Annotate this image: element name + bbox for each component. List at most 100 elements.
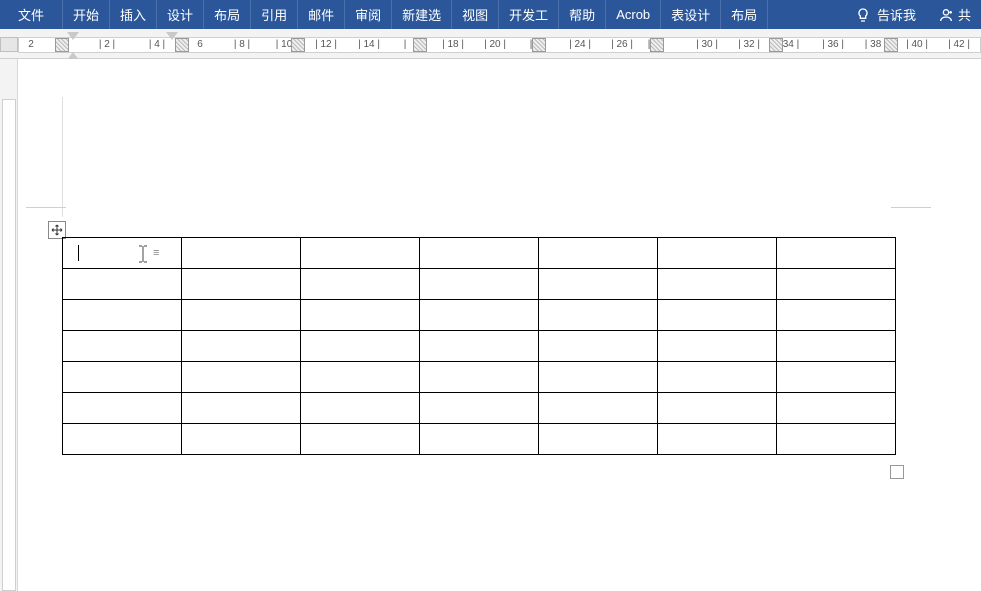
table-cell[interactable] <box>301 238 420 269</box>
table-cell[interactable] <box>777 424 896 455</box>
table-cell[interactable] <box>301 269 420 300</box>
table-cell[interactable] <box>777 331 896 362</box>
table-row[interactable] <box>63 238 896 269</box>
table-row[interactable] <box>63 362 896 393</box>
table-cell[interactable] <box>301 362 420 393</box>
tab-home[interactable]: 开始 <box>63 0 110 29</box>
table-cell[interactable] <box>182 362 301 393</box>
ruler-column-marker[interactable] <box>413 38 427 52</box>
table-cell[interactable] <box>539 331 658 362</box>
table-cell[interactable] <box>301 424 420 455</box>
table-cell[interactable] <box>777 269 896 300</box>
table-row[interactable] <box>63 269 896 300</box>
table-cell[interactable] <box>539 269 658 300</box>
tab-insert[interactable]: 插入 <box>110 0 157 29</box>
table-cell[interactable] <box>301 300 420 331</box>
table-cell[interactable] <box>539 393 658 424</box>
document-table[interactable] <box>62 237 896 455</box>
table-cell[interactable] <box>182 393 301 424</box>
tab-design[interactable]: 设计 <box>157 0 204 29</box>
tab-table-design[interactable]: 表设计 <box>661 0 721 29</box>
table-cell[interactable] <box>658 393 777 424</box>
table-cell[interactable] <box>182 331 301 362</box>
ruler-h-tick: | 2 | <box>99 39 115 50</box>
table-row[interactable] <box>63 393 896 424</box>
tab-review[interactable]: 审阅 <box>345 0 392 29</box>
ruler-column-marker[interactable] <box>884 38 898 52</box>
ruler-column-marker[interactable] <box>175 38 189 52</box>
table-cell[interactable] <box>301 393 420 424</box>
table-cell[interactable] <box>658 300 777 331</box>
tell-me-search[interactable]: 告诉我 <box>843 0 928 29</box>
table-cell[interactable] <box>420 300 539 331</box>
page-canvas[interactable]: ≡ <box>18 59 981 591</box>
table-cell[interactable] <box>658 424 777 455</box>
table-row[interactable] <box>63 331 896 362</box>
table-cell[interactable] <box>182 300 301 331</box>
table-cell[interactable] <box>301 331 420 362</box>
share-label: 共 <box>958 5 971 24</box>
table-cell[interactable] <box>63 393 182 424</box>
ruler-h-tick: | 14 | <box>358 39 380 50</box>
table-cell[interactable] <box>420 269 539 300</box>
tab-newtab[interactable]: 新建选 <box>392 0 452 29</box>
table-row[interactable] <box>63 300 896 331</box>
table-cell[interactable] <box>658 331 777 362</box>
table-cell[interactable] <box>63 238 182 269</box>
ruler-h-tick: | 12 | <box>315 39 337 50</box>
table-cell[interactable] <box>420 331 539 362</box>
share-user[interactable]: 共 <box>928 0 981 29</box>
table-cell[interactable] <box>658 362 777 393</box>
tab-mailings[interactable]: 邮件 <box>298 0 345 29</box>
tab-acrobat[interactable]: Acrob <box>606 0 661 29</box>
table-cell[interactable] <box>539 424 658 455</box>
table-cell[interactable] <box>420 424 539 455</box>
table-cell[interactable] <box>63 269 182 300</box>
table-cell[interactable] <box>539 300 658 331</box>
tab-view[interactable]: 视图 <box>452 0 499 29</box>
tab-help[interactable]: 帮助 <box>559 0 606 29</box>
tab-developer[interactable]: 开发工 <box>499 0 559 29</box>
table-cell[interactable] <box>420 362 539 393</box>
table-cell[interactable] <box>539 362 658 393</box>
tab-file[interactable]: 文件 <box>0 0 63 29</box>
right-indent-marker[interactable] <box>166 32 178 40</box>
table-cell[interactable] <box>63 424 182 455</box>
ruler-h-tick: | <box>404 39 407 50</box>
ruler-column-marker[interactable] <box>650 38 664 52</box>
ruler-column-marker[interactable] <box>55 38 69 52</box>
table-cell[interactable] <box>777 362 896 393</box>
ruler-column-marker[interactable] <box>769 38 783 52</box>
table-cell[interactable] <box>777 393 896 424</box>
table-cell[interactable] <box>63 300 182 331</box>
ruler-column-marker[interactable] <box>291 38 305 52</box>
table-cell[interactable] <box>658 269 777 300</box>
tell-me-label: 告诉我 <box>877 5 916 24</box>
table-cell[interactable] <box>182 238 301 269</box>
table-cell[interactable] <box>182 269 301 300</box>
tab-layout[interactable]: 布局 <box>204 0 251 29</box>
table-cell[interactable] <box>539 238 658 269</box>
table-cell[interactable] <box>658 238 777 269</box>
table-cell[interactable] <box>63 331 182 362</box>
ruler-corner[interactable] <box>0 37 18 52</box>
ruler-h-tick: | 4 | <box>149 39 165 50</box>
table-cell[interactable] <box>182 424 301 455</box>
table-row[interactable] <box>63 424 896 455</box>
page-margin-guide <box>26 207 66 208</box>
table-resize-handle[interactable] <box>890 465 904 479</box>
tab-references[interactable]: 引用 <box>251 0 298 29</box>
table-cell[interactable] <box>420 238 539 269</box>
vertical-ruler[interactable] <box>0 59 18 591</box>
tab-table-layout[interactable]: 布局 <box>721 0 768 29</box>
table-cell[interactable] <box>777 300 896 331</box>
ruler-h-tick: | 36 | <box>822 39 844 50</box>
first-line-indent-marker[interactable] <box>67 32 79 40</box>
table-cell[interactable] <box>777 238 896 269</box>
ruler-column-marker[interactable] <box>532 38 546 52</box>
horizontal-ruler[interactable]: 2 | 2 | | 4 | 6 | 8 | | 10 | 12 | | 14 |… <box>18 37 981 53</box>
horizontal-ruler-area: 2 | 2 | | 4 | 6 | 8 | | 10 | 12 | | 14 |… <box>0 29 981 59</box>
table-cell[interactable] <box>420 393 539 424</box>
table-cell[interactable] <box>63 362 182 393</box>
page-margin-guide <box>62 97 63 217</box>
